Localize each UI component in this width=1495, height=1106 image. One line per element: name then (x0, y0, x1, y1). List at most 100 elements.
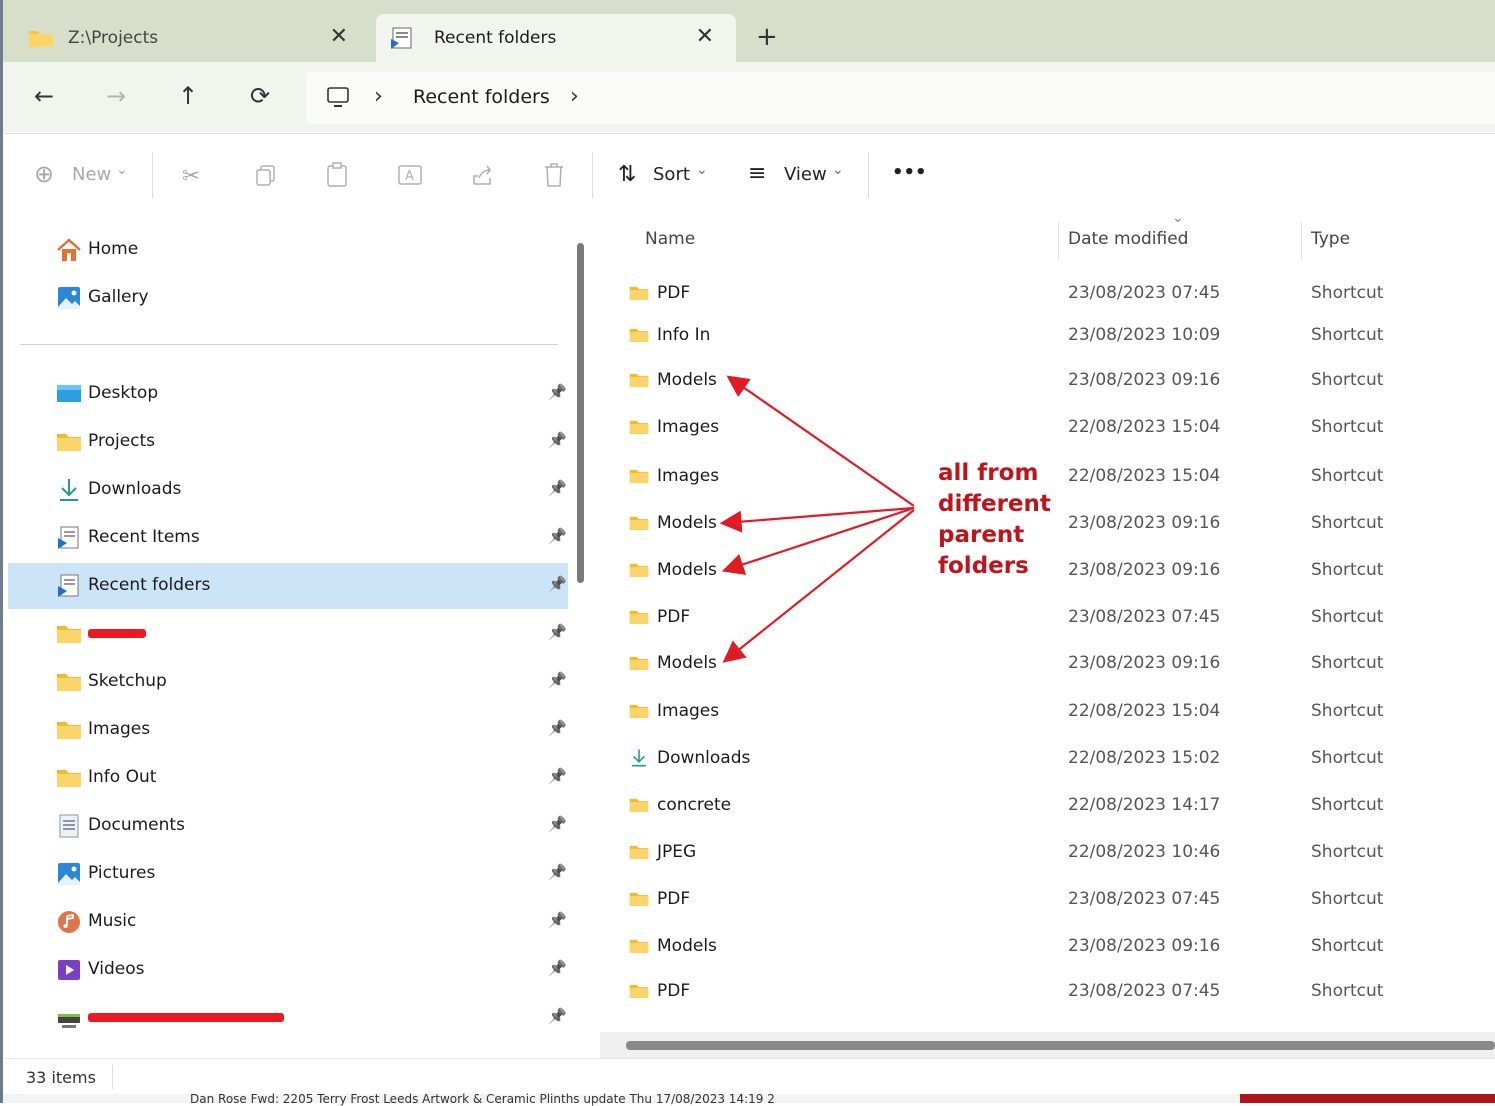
more-options-button[interactable]: ••• (892, 162, 927, 183)
column-divider[interactable] (1301, 222, 1302, 260)
rename-icon[interactable]: A (397, 162, 423, 188)
table-row[interactable]: Downloads 22/08/2023 15:02 Shortcut (598, 739, 1495, 779)
sidebar-item-redacted[interactable]: 📌 (8, 611, 568, 657)
column-header-date-modified[interactable]: Date modified (1068, 229, 1188, 249)
sidebar-item-gallery[interactable]: Gallery (8, 275, 568, 321)
pin-icon[interactable]: 📌 (548, 863, 567, 881)
tab-projects[interactable]: Z:\Projects ✕ (10, 14, 370, 62)
column-header-name[interactable]: Name (645, 229, 695, 249)
new-button[interactable]: New (72, 164, 111, 185)
breadcrumb[interactable]: › Recent folders › (306, 72, 1495, 124)
sort-icon[interactable]: ⇅ (618, 162, 636, 187)
breadcrumb-chevron[interactable]: › (374, 84, 383, 109)
pin-icon[interactable]: 📌 (548, 623, 567, 641)
folder-icon (629, 704, 649, 718)
pin-icon[interactable]: 📌 (548, 431, 567, 449)
pin-icon[interactable]: 📌 (548, 527, 567, 545)
view-icon[interactable]: ≡ (748, 161, 766, 186)
file-name: Images (657, 417, 720, 437)
table-row[interactable]: Info In 23/08/2023 10:09 Shortcut (598, 316, 1495, 356)
delete-icon[interactable] (542, 162, 566, 188)
sidebar-item-videos[interactable]: Videos 📌 (8, 947, 568, 993)
pin-icon[interactable]: 📌 (548, 671, 567, 689)
toolbar-divider (152, 152, 153, 198)
sidebar-item-pictures[interactable]: Pictures 📌 (8, 851, 568, 897)
table-row[interactable]: Images 22/08/2023 15:04 Shortcut (598, 408, 1495, 448)
plus-circle-icon: ⊕ (34, 160, 55, 188)
gallery-icon (58, 287, 80, 309)
up-button[interactable]: ↑ (178, 82, 198, 110)
pin-icon[interactable]: 📌 (548, 1007, 567, 1025)
nav-scrollbar[interactable] (577, 243, 584, 583)
tab-label: Z:\Projects (68, 28, 159, 48)
sidebar-item-images[interactable]: Images 📌 (8, 707, 568, 753)
pin-icon[interactable]: 📌 (548, 767, 567, 785)
column-divider[interactable] (1058, 222, 1059, 260)
paste-icon[interactable] (325, 162, 349, 188)
redaction-mark (88, 629, 146, 638)
table-row[interactable]: PDF 23/08/2023 07:45 Shortcut (598, 598, 1495, 638)
file-name: PDF (657, 981, 691, 1001)
horizontal-scrollbar-thumb[interactable] (626, 1041, 1495, 1050)
column-header-type[interactable]: Type (1311, 229, 1350, 249)
share-icon[interactable] (470, 162, 496, 188)
sidebar-item-recent-folders[interactable]: Recent folders 📌 (8, 563, 568, 609)
nav-divider (20, 344, 558, 345)
sidebar-item-recent-items[interactable]: Recent Items 📌 (8, 515, 568, 561)
annotation-line: different (938, 491, 1051, 517)
sidebar-item-projects[interactable]: Projects 📌 (8, 419, 568, 465)
close-icon[interactable]: ✕ (696, 24, 714, 49)
cut-icon[interactable]: ✂ (182, 164, 200, 189)
new-tab-button[interactable]: + (756, 22, 778, 52)
sidebar-item-home[interactable]: Home (8, 227, 568, 273)
view-button[interactable]: View (784, 164, 827, 185)
forward-button[interactable]: → (106, 82, 126, 110)
table-row[interactable]: Images 22/08/2023 15:04 Shortcut (598, 692, 1495, 732)
pin-icon[interactable]: 📌 (548, 479, 567, 497)
file-name: Models (657, 560, 717, 580)
table-row[interactable]: PDF 23/08/2023 07:45 Shortcut (598, 274, 1495, 314)
annotation-line: folders (938, 553, 1029, 579)
tab-recent-folders[interactable]: Recent folders ✕ (376, 14, 736, 62)
close-icon[interactable]: ✕ (330, 24, 348, 49)
pin-icon[interactable]: 📌 (548, 575, 567, 593)
sidebar-item-info-out[interactable]: Info Out 📌 (8, 755, 568, 801)
file-list: Name ⌄ Date modified Type PDF 23/08/2023 … (598, 210, 1495, 1058)
sidebar-item-sketchup[interactable]: Sketchup 📌 (8, 659, 568, 705)
file-date-modified: 23/08/2023 07:45 (1068, 889, 1221, 909)
copy-icon[interactable] (254, 164, 278, 188)
table-row[interactable]: PDF 23/08/2023 07:45 Shortcut (598, 880, 1495, 920)
desktop-edge (0, 0, 3, 1103)
pin-icon[interactable]: 📌 (548, 959, 567, 977)
file-date-modified: 22/08/2023 15:04 (1068, 701, 1221, 721)
sidebar-item-documents[interactable]: Documents 📌 (8, 803, 568, 849)
sidebar-item-label: Pictures (88, 863, 156, 883)
sort-button[interactable]: Sort (653, 164, 690, 185)
pin-icon[interactable]: 📌 (548, 383, 567, 401)
sidebar-item-redacted[interactable]: 📌 (8, 995, 568, 1041)
navigation-pane: Home Gallery Desktop 📌 Projects 📌 Downloads 📌 Re… (4, 216, 590, 1058)
file-type: Shortcut (1311, 325, 1384, 345)
table-row[interactable]: PDF 23/08/2023 07:45 Shortcut (598, 972, 1495, 1012)
pin-icon[interactable]: 📌 (548, 815, 567, 833)
table-row[interactable]: JPEG 22/08/2023 10:46 Shortcut (598, 833, 1495, 873)
file-name: JPEG (657, 842, 697, 862)
file-type: Shortcut (1311, 607, 1384, 627)
pin-icon[interactable]: 📌 (548, 719, 567, 737)
pin-icon[interactable]: 📌 (548, 911, 567, 929)
sidebar-item-music[interactable]: Music 📌 (8, 899, 568, 945)
breadcrumb-recent-folders[interactable]: Recent folders (413, 86, 550, 108)
sidebar-item-desktop[interactable]: Desktop 📌 (8, 371, 568, 417)
refresh-button[interactable]: ⟳ (250, 82, 270, 110)
file-type: Shortcut (1311, 842, 1384, 862)
folder-icon (629, 892, 649, 906)
folder-icon (629, 984, 649, 998)
table-row[interactable]: Models 23/08/2023 09:16 Shortcut (598, 644, 1495, 684)
table-row[interactable]: Models 23/08/2023 09:16 Shortcut (598, 361, 1495, 401)
table-row[interactable]: Models 23/08/2023 09:16 Shortcut (598, 927, 1495, 967)
back-button[interactable]: ← (34, 82, 54, 110)
table-row[interactable]: concrete 22/08/2023 14:17 Shortcut (598, 786, 1495, 826)
sidebar-item-downloads[interactable]: Downloads 📌 (8, 467, 568, 513)
videos-icon (58, 960, 80, 980)
breadcrumb-chevron[interactable]: › (570, 84, 579, 109)
